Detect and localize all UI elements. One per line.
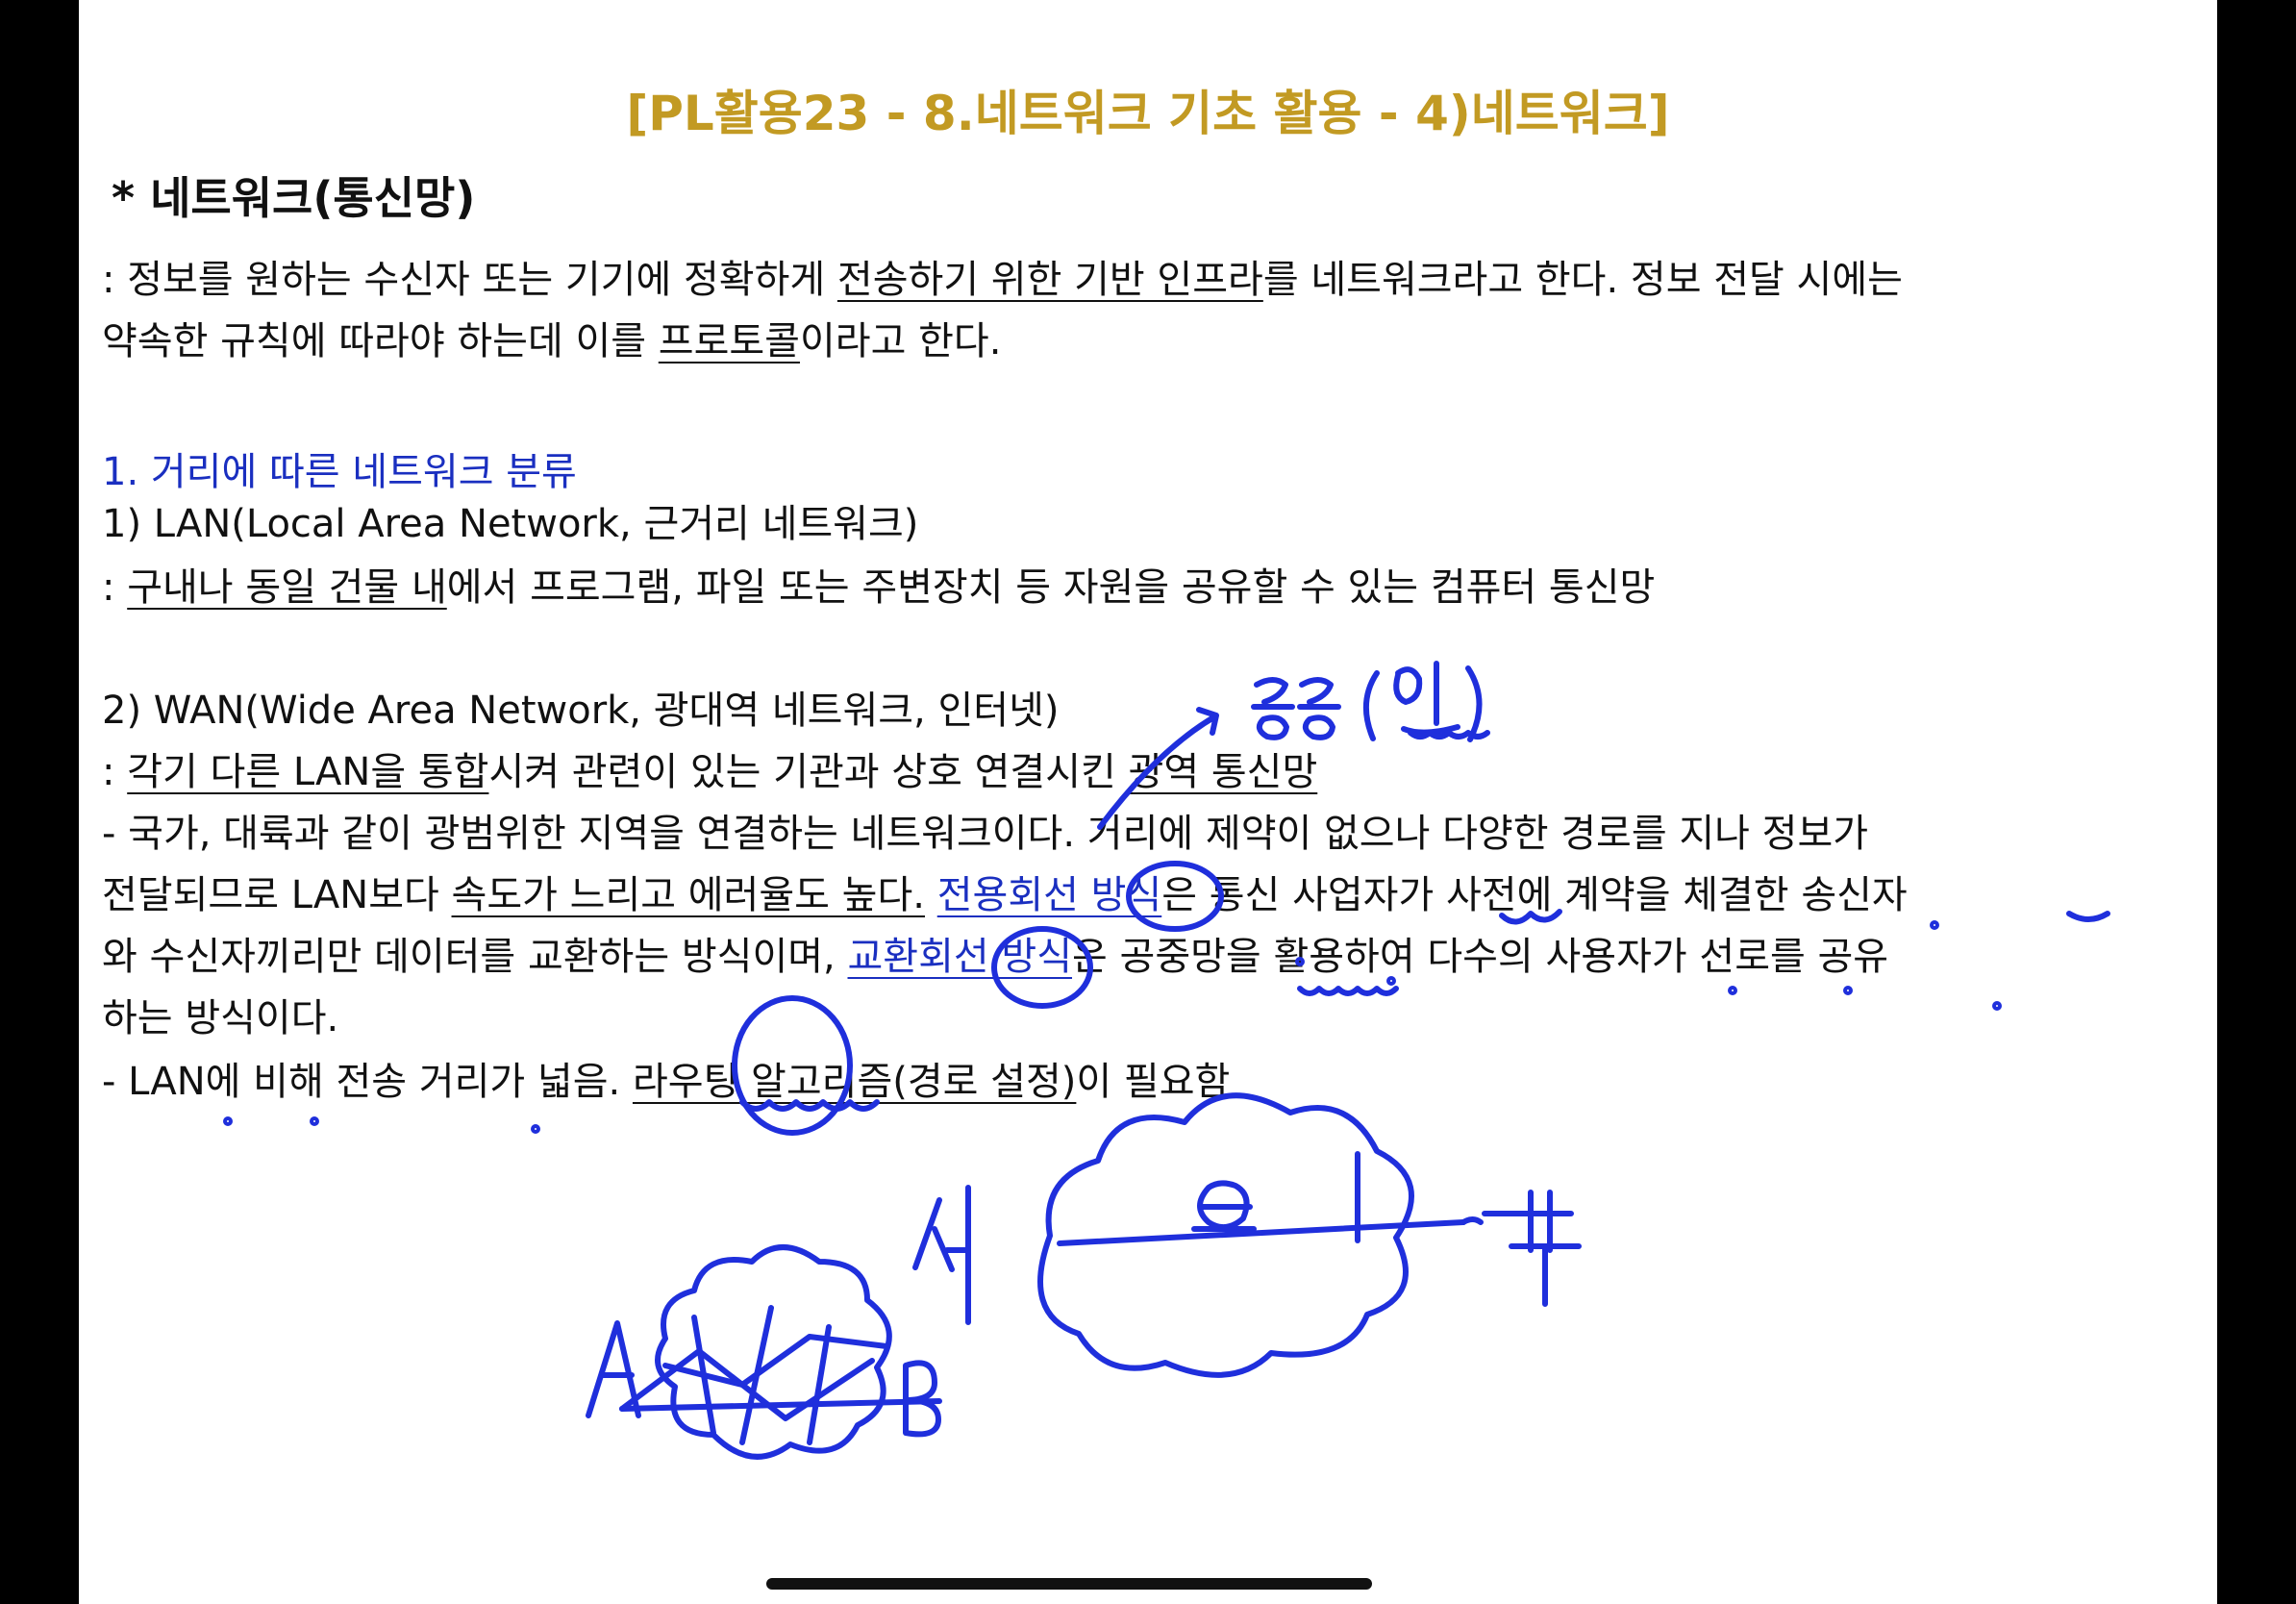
wan-bullet-1-line-4: 하는 방식이다.: [102, 996, 339, 1040]
section-heading: * 네트워크(통신망): [112, 172, 476, 224]
home-indicator[interactable]: [766, 1578, 1372, 1590]
lan-description: : 구내나 동일 건물 내에서 프로그램, 파일 또는 주변장치 등 자원을 공…: [102, 565, 1656, 610]
intro-line-1: : 정보를 원하는 수신자 또는 기기에 정확하게 전송하기 위한 기반 인프라…: [102, 258, 1903, 302]
network-diagram-2: [586, 1244, 942, 1460]
wan-bullet-2: - LAN에 비해 전송 거리가 넓음. 라우팅 알고리즘(경로 설정)이 필요…: [102, 1060, 1231, 1104]
document-title: [PL활용23 - 8.네트워크 기초 활용 - 4)네트워크]: [626, 86, 1670, 141]
wan-bullet-1-line-2: 전달되므로 LAN보다 속도가 느리고 에러율도 높다. 전용회선 방식은 통신…: [102, 873, 1908, 917]
wan-bullet-1-line-1: - 국가, 대륙과 같이 광범위한 지역을 연결하는 네트워크이다. 거리에 제…: [102, 812, 1869, 856]
squiggle-public-network: [1297, 986, 1399, 996]
wan-bullet-1-line-3: 와 수신자끼리만 데이터를 교환하는 방식이며, 교환회선 방식은 공중망을 활…: [102, 935, 1889, 979]
document-page: [PL활용23 - 8.네트워크 기초 활용 - 4)네트워크] * 네트워크(…: [79, 0, 2217, 1604]
network-diagram-1: [912, 1092, 1582, 1378]
intro-line-2: 약속한 규칙에 따라야 하는데 이를 프로토콜이라고 한다.: [102, 319, 1002, 363]
lan-title: 1) LAN(Local Area Network, 근거리 네트워크): [102, 502, 919, 546]
wan-title: 2) WAN(Wide Area Network, 광대역 네트워크, 인터넷): [102, 689, 1060, 733]
classification-heading: 1. 거리에 따른 네트워크 분류: [102, 450, 577, 494]
wan-description: : 각기 다른 LAN을 통합시켜 관련이 있는 기관과 상호 연결시킨 광역 …: [102, 750, 1318, 794]
handwritten-note-public: [1251, 661, 1490, 742]
